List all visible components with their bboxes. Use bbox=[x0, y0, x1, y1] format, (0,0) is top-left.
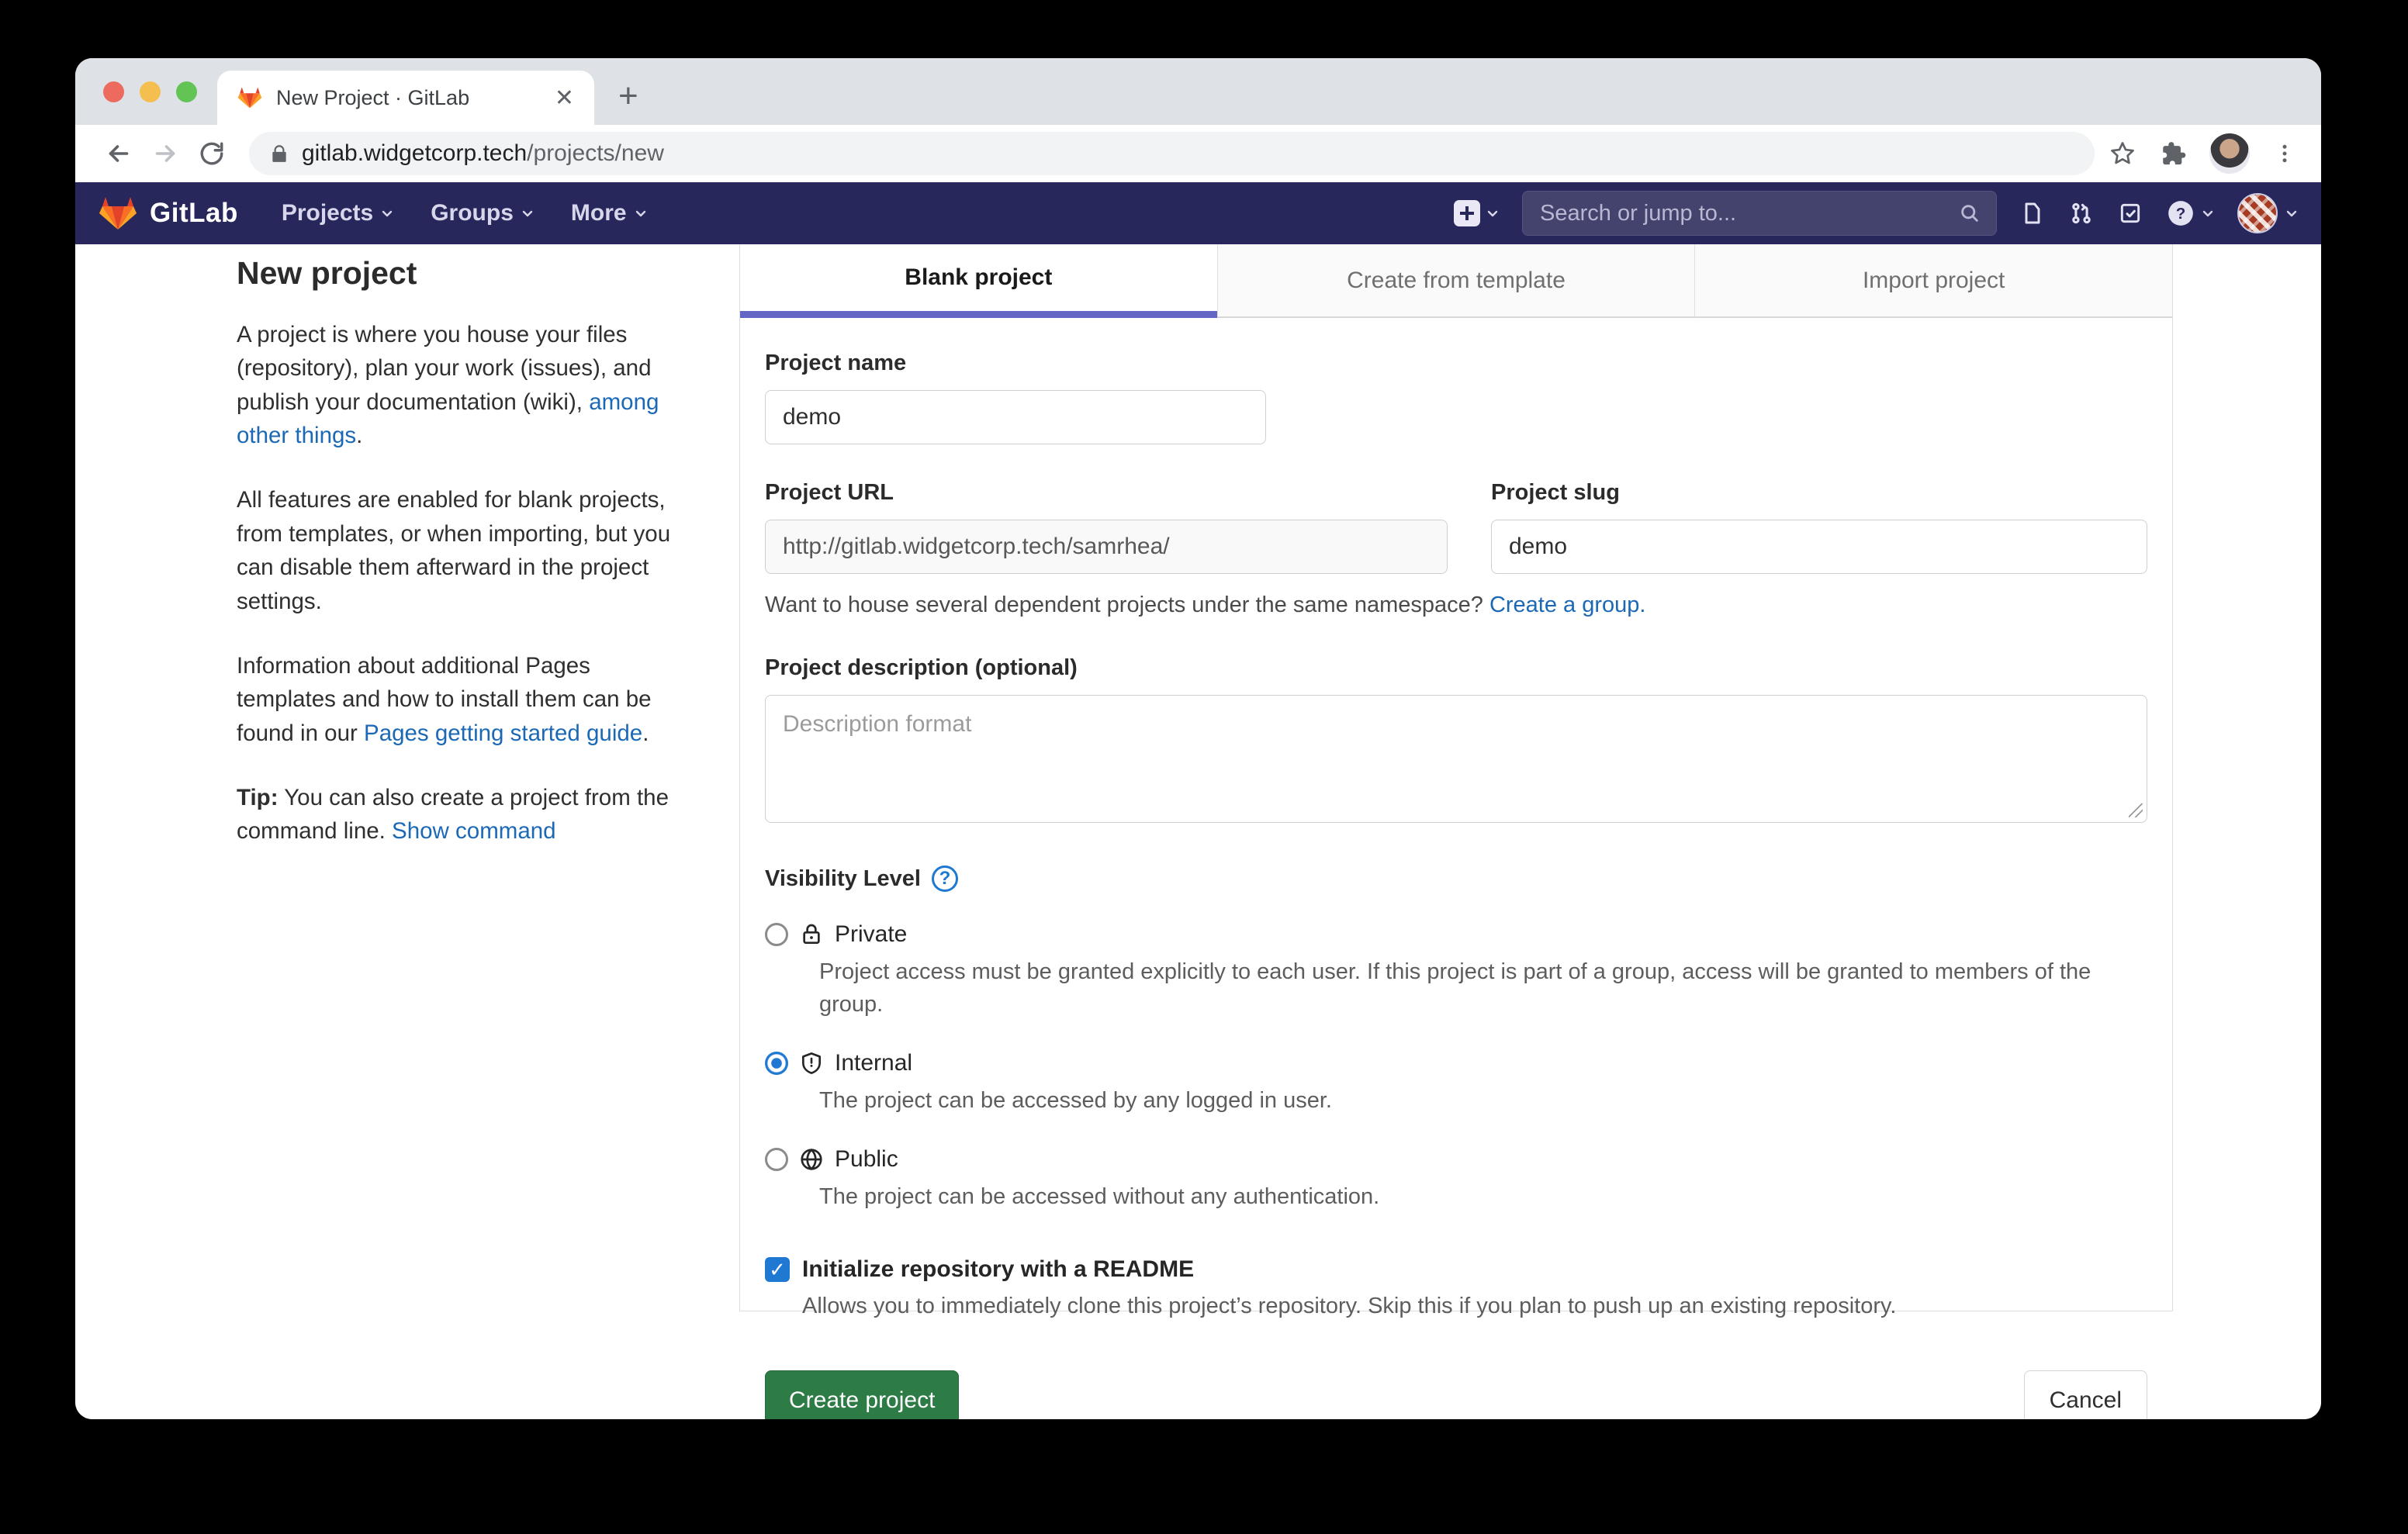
browser-tab[interactable]: New Project · GitLab ✕ bbox=[217, 71, 594, 125]
extensions-puzzle-icon[interactable] bbox=[2160, 140, 2186, 167]
user-menu[interactable] bbox=[2237, 193, 2298, 233]
chevron-down-icon bbox=[2285, 207, 2298, 219]
page-title: New project bbox=[237, 255, 676, 292]
forward-button[interactable] bbox=[142, 130, 189, 177]
window-controls bbox=[103, 81, 197, 102]
show-command-link[interactable]: Show command bbox=[392, 818, 556, 844]
project-url-input[interactable] bbox=[765, 520, 1448, 574]
plus-square-icon bbox=[1454, 200, 1480, 226]
visibility-option-public[interactable]: Public The project can be accessed witho… bbox=[765, 1146, 2147, 1213]
visibility-option-private[interactable]: Private Project access must be granted e… bbox=[765, 921, 2147, 1021]
minimize-window-button[interactable] bbox=[140, 81, 161, 102]
private-option-label: Private bbox=[835, 921, 907, 948]
url-domain: gitlab.widgetcorp.tech bbox=[302, 140, 527, 166]
chevron-down-icon bbox=[381, 207, 393, 219]
create-group-link[interactable]: Create a group. bbox=[1489, 593, 1646, 617]
browser-profile-avatar[interactable] bbox=[2209, 133, 2250, 174]
nav-more[interactable]: More bbox=[571, 200, 647, 226]
url-bar[interactable]: gitlab.widgetcorp.tech/projects/new bbox=[249, 132, 2095, 175]
todos-icon[interactable] bbox=[2118, 201, 2143, 226]
chevron-down-icon bbox=[2202, 207, 2214, 219]
new-project-panel: Blank project Create from template Impor… bbox=[739, 244, 2173, 1311]
new-menu-button[interactable] bbox=[1454, 200, 1499, 226]
tab-close-icon[interactable]: ✕ bbox=[555, 85, 574, 112]
private-option-description: Project access must be granted explicitl… bbox=[819, 955, 2138, 1021]
tab-import-project[interactable]: Import project bbox=[1694, 244, 2172, 318]
project-slug-label: Project slug bbox=[1491, 480, 2147, 506]
project-url-label: Project URL bbox=[765, 480, 1448, 506]
project-description-label: Project description (optional) bbox=[765, 655, 2147, 681]
browser-menu-icon[interactable] bbox=[2273, 142, 2296, 165]
new-project-sidebar: New project A project is where you house… bbox=[237, 255, 676, 879]
resize-grip-icon[interactable] bbox=[2129, 803, 2143, 817]
project-type-tabs: Blank project Create from template Impor… bbox=[740, 244, 2172, 318]
issues-icon[interactable] bbox=[2020, 200, 2045, 226]
sidebar-tip: Tip: You can also create a project from … bbox=[237, 781, 676, 848]
project-slug-input[interactable] bbox=[1491, 520, 2147, 574]
help-icon: ? bbox=[2166, 199, 2195, 228]
merge-request-icon[interactable] bbox=[2068, 200, 2095, 226]
gitlab-tanuki-icon bbox=[99, 195, 137, 231]
pages-guide-link[interactable]: Pages getting started guide bbox=[364, 720, 642, 746]
nav-projects[interactable]: Projects bbox=[282, 200, 393, 226]
readme-description: Allows you to immediately clone this pro… bbox=[802, 1294, 2147, 1319]
tab-create-from-template[interactable]: Create from template bbox=[1217, 244, 1695, 318]
svg-text:?: ? bbox=[2176, 205, 2186, 223]
sidebar-paragraph: All features are enabled for blank proje… bbox=[237, 483, 676, 617]
zoom-window-button[interactable] bbox=[176, 81, 197, 102]
internal-option-description: The project can be accessed by any logge… bbox=[819, 1084, 2138, 1117]
lock-icon bbox=[269, 143, 289, 164]
create-project-button[interactable]: Create project bbox=[765, 1370, 959, 1419]
gitlab-logo[interactable]: GitLab bbox=[99, 195, 238, 231]
lock-icon bbox=[799, 922, 824, 947]
reload-button[interactable] bbox=[189, 130, 235, 177]
readme-checkbox[interactable]: ✓ bbox=[765, 1257, 790, 1282]
chevron-down-icon bbox=[1486, 207, 1499, 219]
sidebar-paragraph: A project is where you house your files … bbox=[237, 318, 676, 452]
internal-option-label: Internal bbox=[835, 1050, 912, 1076]
chevron-down-icon bbox=[521, 207, 534, 219]
tab-title: New Project · GitLab bbox=[276, 86, 541, 110]
url-path: /projects/new bbox=[527, 140, 664, 166]
browser-toolbar: gitlab.widgetcorp.tech/projects/new bbox=[75, 125, 2321, 182]
project-description-input[interactable] bbox=[765, 695, 2147, 823]
internal-radio[interactable] bbox=[765, 1052, 788, 1075]
project-name-input[interactable] bbox=[765, 390, 1266, 444]
private-radio[interactable] bbox=[765, 923, 788, 946]
public-option-label: Public bbox=[835, 1146, 898, 1173]
search-icon bbox=[1959, 202, 1981, 224]
readme-label: Initialize repository with a README bbox=[802, 1256, 1194, 1283]
page-content: New project A project is where you house… bbox=[75, 244, 2321, 1419]
visibility-option-internal[interactable]: Internal The project can be accessed by … bbox=[765, 1050, 2147, 1117]
search-input[interactable] bbox=[1538, 200, 1959, 227]
chevron-down-icon bbox=[635, 207, 647, 219]
project-name-label: Project name bbox=[765, 351, 2147, 376]
back-button[interactable] bbox=[95, 130, 142, 177]
gitlab-navbar: GitLab Projects Groups More bbox=[75, 182, 2321, 244]
bookmark-star-icon[interactable] bbox=[2109, 140, 2136, 168]
public-radio[interactable] bbox=[765, 1148, 788, 1171]
browser-window: New Project · GitLab ✕ + gitlab.widgetco… bbox=[75, 58, 2321, 1419]
visibility-help-icon[interactable]: ? bbox=[932, 865, 958, 892]
close-window-button[interactable] bbox=[103, 81, 124, 102]
visibility-level-label: Visibility Level bbox=[765, 866, 921, 892]
namespace-hint: Want to house several dependent projects… bbox=[765, 593, 2147, 618]
nav-groups[interactable]: Groups bbox=[431, 200, 534, 226]
user-avatar bbox=[2237, 193, 2278, 233]
cancel-button[interactable]: Cancel bbox=[2024, 1370, 2147, 1419]
readme-option[interactable]: ✓ Initialize repository with a README Al… bbox=[765, 1256, 2147, 1319]
brand-name: GitLab bbox=[150, 198, 238, 229]
global-search[interactable] bbox=[1522, 191, 1997, 236]
gitlab-favicon-icon bbox=[237, 86, 262, 109]
browser-titlebar: New Project · GitLab ✕ + bbox=[75, 58, 2321, 125]
public-option-description: The project can be accessed without any … bbox=[819, 1180, 2138, 1213]
new-tab-button[interactable]: + bbox=[618, 77, 638, 116]
help-menu[interactable]: ? bbox=[2166, 199, 2214, 228]
sidebar-paragraph: Information about additional Pages templ… bbox=[237, 649, 676, 750]
globe-icon bbox=[799, 1147, 824, 1172]
tab-blank-project[interactable]: Blank project bbox=[740, 244, 1217, 318]
shield-icon bbox=[799, 1051, 824, 1076]
blank-project-form: Project name Project URL Project slug Wa… bbox=[740, 318, 2172, 1419]
